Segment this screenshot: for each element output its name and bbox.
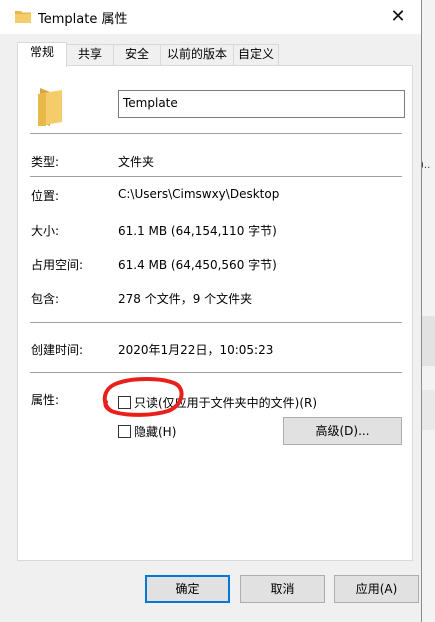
- window-title: Template 属性: [38, 12, 128, 27]
- readonly-label[interactable]: 只读(仅应用于文件夹中的文件)(R): [134, 394, 317, 411]
- folder-icon: [15, 11, 31, 23]
- cancel-button[interactable]: 取消: [240, 575, 325, 603]
- size-label: 大小:: [31, 224, 60, 238]
- attributes-label: 属性:: [31, 393, 60, 407]
- location-value: C:\Users\Cimswxy\Desktop: [118, 187, 280, 201]
- tab-security[interactable]: 安全: [113, 44, 161, 65]
- ok-button[interactable]: 确定: [145, 575, 230, 603]
- close-button[interactable]: ✕: [375, 0, 421, 32]
- hidden-label[interactable]: 隐藏(H): [134, 423, 176, 440]
- hidden-checkbox[interactable]: [118, 425, 131, 438]
- background-desktop: )..: [420, 0, 435, 622]
- readonly-checkbox[interactable]: [118, 396, 131, 409]
- contains-label: 包含:: [31, 292, 60, 306]
- tab-sharing[interactable]: 共享: [66, 44, 114, 65]
- divider: [30, 176, 402, 177]
- size-value: 61.1 MB (64,154,110 字节): [118, 224, 277, 238]
- tab-customize[interactable]: 自定义: [233, 44, 279, 65]
- folder-icon: [38, 88, 62, 126]
- apply-button[interactable]: 应用(A): [334, 575, 419, 603]
- tab-previous-versions[interactable]: 以前的版本: [160, 44, 234, 65]
- advanced-button[interactable]: 高级(D)...: [283, 417, 402, 445]
- properties-dialog: Template 属性 ✕ 常规 共享 安全 以前的版本 自定义 Templat…: [0, 0, 422, 622]
- type-value: 文件夹: [118, 155, 155, 169]
- size-on-disk-label: 占用空间:: [31, 258, 84, 272]
- close-icon: ✕: [390, 5, 406, 27]
- folder-name-input[interactable]: Template: [118, 90, 405, 118]
- background-element: [420, 316, 435, 366]
- divider: [30, 322, 402, 323]
- background-element: [420, 390, 435, 430]
- contains-value: 278 个文件，9 个文件夹: [118, 292, 253, 306]
- created-label: 创建时间:: [31, 343, 84, 357]
- background-text-fragment: )..: [420, 160, 431, 171]
- divider: [30, 133, 402, 134]
- location-label: 位置:: [31, 189, 60, 203]
- general-tab-panel: Template 类型: 文件夹 位置: C:\Users\Cimswxy\De…: [17, 65, 413, 561]
- title-bar[interactable]: Template 属性 ✕: [0, 0, 421, 34]
- divider: [30, 372, 402, 373]
- tab-general[interactable]: 常规: [17, 42, 67, 67]
- size-on-disk-value: 61.4 MB (64,450,560 字节): [118, 258, 277, 272]
- type-label: 类型:: [31, 155, 60, 169]
- created-value: 2020年1月22日，10:05:23: [118, 343, 274, 357]
